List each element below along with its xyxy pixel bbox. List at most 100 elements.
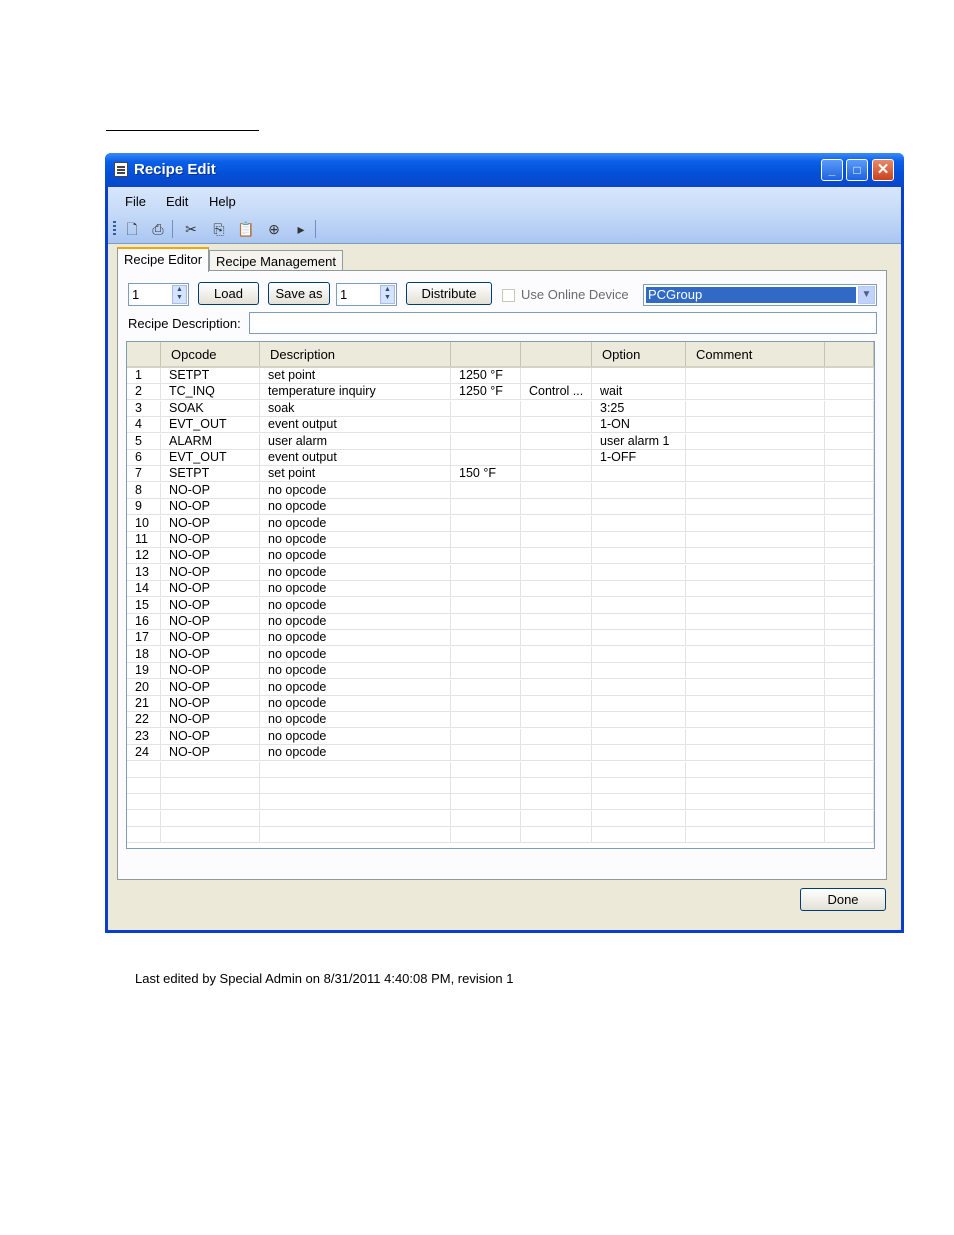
table-row[interactable]: 13 NO-OP no opcode (127, 564, 874, 581)
table-cell[interactable]: no opcode (260, 581, 451, 598)
table-row[interactable] (127, 827, 874, 844)
table-cell[interactable] (825, 630, 874, 647)
column-header[interactable] (451, 342, 521, 366)
table-cell[interactable] (686, 450, 825, 466)
table-cell[interactable]: 1-ON (592, 417, 686, 434)
table-cell[interactable] (825, 581, 874, 598)
recipe-number-spinner[interactable]: 1 ▲ ▼ (128, 283, 189, 306)
save-as-button[interactable]: Save as (268, 282, 330, 305)
table-row[interactable]: 5 ALARM user alarm user alarm 1 (127, 433, 874, 450)
cut-icon[interactable]: ✂ (182, 220, 200, 238)
table-cell[interactable]: NO-OP (161, 515, 260, 532)
table-cell[interactable] (825, 564, 874, 581)
table-row[interactable]: 2 TC_INQ temperature inquiry 1250 °F Control… (127, 384, 874, 401)
table-row[interactable]: 17 NO-OP no opcode (127, 630, 874, 647)
run-icon[interactable]: ▸ (292, 220, 310, 238)
table-cell[interactable] (686, 433, 825, 450)
table-cell[interactable]: NO-OP (161, 532, 260, 548)
table-cell[interactable] (521, 482, 592, 499)
table-cell[interactable] (451, 646, 521, 663)
chevron-down-icon[interactable]: ▼ (858, 286, 875, 304)
column-header[interactable]: Opcode (161, 342, 260, 366)
table-cell[interactable] (686, 515, 825, 532)
table-cell[interactable] (592, 499, 686, 516)
table-cell[interactable] (451, 663, 521, 680)
table-cell[interactable] (825, 745, 874, 762)
table-cell[interactable] (451, 728, 521, 745)
table-cell[interactable] (686, 630, 825, 647)
table-cell[interactable] (451, 499, 521, 516)
table-cell[interactable] (592, 696, 686, 712)
table-cell[interactable]: no opcode (260, 532, 451, 548)
table-cell[interactable] (686, 646, 825, 663)
table-cell[interactable] (686, 466, 825, 483)
close-button[interactable]: ✕ (872, 159, 894, 181)
table-cell[interactable] (451, 630, 521, 647)
table-cell[interactable] (592, 548, 686, 565)
paste-icon[interactable]: 📋 (237, 220, 255, 238)
table-cell[interactable] (521, 679, 592, 696)
menu-edit[interactable]: Edit (166, 194, 188, 209)
table-cell[interactable] (451, 548, 521, 565)
table-cell[interactable] (521, 417, 592, 434)
table-cell[interactable]: soak (260, 400, 451, 417)
table-cell[interactable] (825, 368, 874, 384)
table-cell[interactable] (592, 532, 686, 548)
distribute-button[interactable]: Distribute (406, 282, 492, 305)
table-cell[interactable] (825, 614, 874, 630)
table-cell[interactable] (161, 761, 260, 778)
table-row[interactable] (127, 794, 874, 811)
table-cell[interactable] (451, 761, 521, 778)
table-cell[interactable]: no opcode (260, 548, 451, 565)
table-cell[interactable] (451, 532, 521, 548)
table-cell[interactable]: NO-OP (161, 581, 260, 598)
table-cell[interactable] (825, 548, 874, 565)
column-header[interactable]: Option (592, 342, 686, 366)
table-cell[interactable] (451, 810, 521, 827)
table-cell[interactable] (521, 433, 592, 450)
table-cell[interactable] (521, 400, 592, 417)
table-cell[interactable]: no opcode (260, 728, 451, 745)
table-row[interactable]: 12 NO-OP no opcode (127, 548, 874, 565)
table-cell[interactable] (592, 794, 686, 811)
table-cell[interactable] (521, 778, 592, 794)
save-as-number-spinner[interactable]: 1 ▲ ▼ (336, 283, 397, 306)
table-cell[interactable] (521, 564, 592, 581)
table-cell[interactable]: no opcode (260, 482, 451, 499)
table-cell[interactable]: user alarm 1 (592, 433, 686, 450)
table-cell[interactable] (825, 827, 874, 844)
table-cell[interactable] (686, 548, 825, 565)
table-row[interactable]: 15 NO-OP no opcode (127, 597, 874, 614)
table-cell[interactable] (686, 696, 825, 712)
table-cell[interactable] (825, 417, 874, 434)
table-cell[interactable] (592, 778, 686, 794)
table-cell[interactable] (592, 663, 686, 680)
table-cell[interactable]: no opcode (260, 515, 451, 532)
table-cell[interactable] (451, 581, 521, 598)
table-cell[interactable]: no opcode (260, 696, 451, 712)
table-cell[interactable] (825, 646, 874, 663)
table-row[interactable]: 4 EVT_OUT event output 1-ON (127, 417, 874, 434)
table-cell[interactable] (686, 745, 825, 762)
table-row[interactable]: 9 NO-OP no opcode (127, 499, 874, 516)
table-row[interactable] (127, 810, 874, 827)
table-row[interactable]: 6 EVT_OUT event output 1-OFF (127, 450, 874, 466)
table-cell[interactable]: no opcode (260, 614, 451, 630)
table-cell[interactable] (521, 663, 592, 680)
done-button[interactable]: Done (800, 888, 886, 911)
table-cell[interactable]: event output (260, 417, 451, 434)
table-cell[interactable] (592, 646, 686, 663)
table-cell[interactable]: NO-OP (161, 548, 260, 565)
table-row[interactable]: 19 NO-OP no opcode (127, 663, 874, 680)
table-cell[interactable]: 1250 °F (451, 368, 521, 384)
table-cell[interactable] (260, 761, 451, 778)
table-cell[interactable] (451, 794, 521, 811)
device-group-select[interactable]: PCGroup ▼ (643, 284, 877, 306)
spinner-arrows-icon[interactable]: ▲ ▼ (380, 285, 395, 304)
table-cell[interactable] (592, 564, 686, 581)
use-online-device-checkbox[interactable] (502, 289, 515, 302)
table-cell[interactable] (686, 794, 825, 811)
table-row[interactable]: 1 SETPT set point 1250 °F (127, 368, 874, 384)
table-cell[interactable]: NO-OP (161, 597, 260, 614)
table-cell[interactable] (825, 400, 874, 417)
